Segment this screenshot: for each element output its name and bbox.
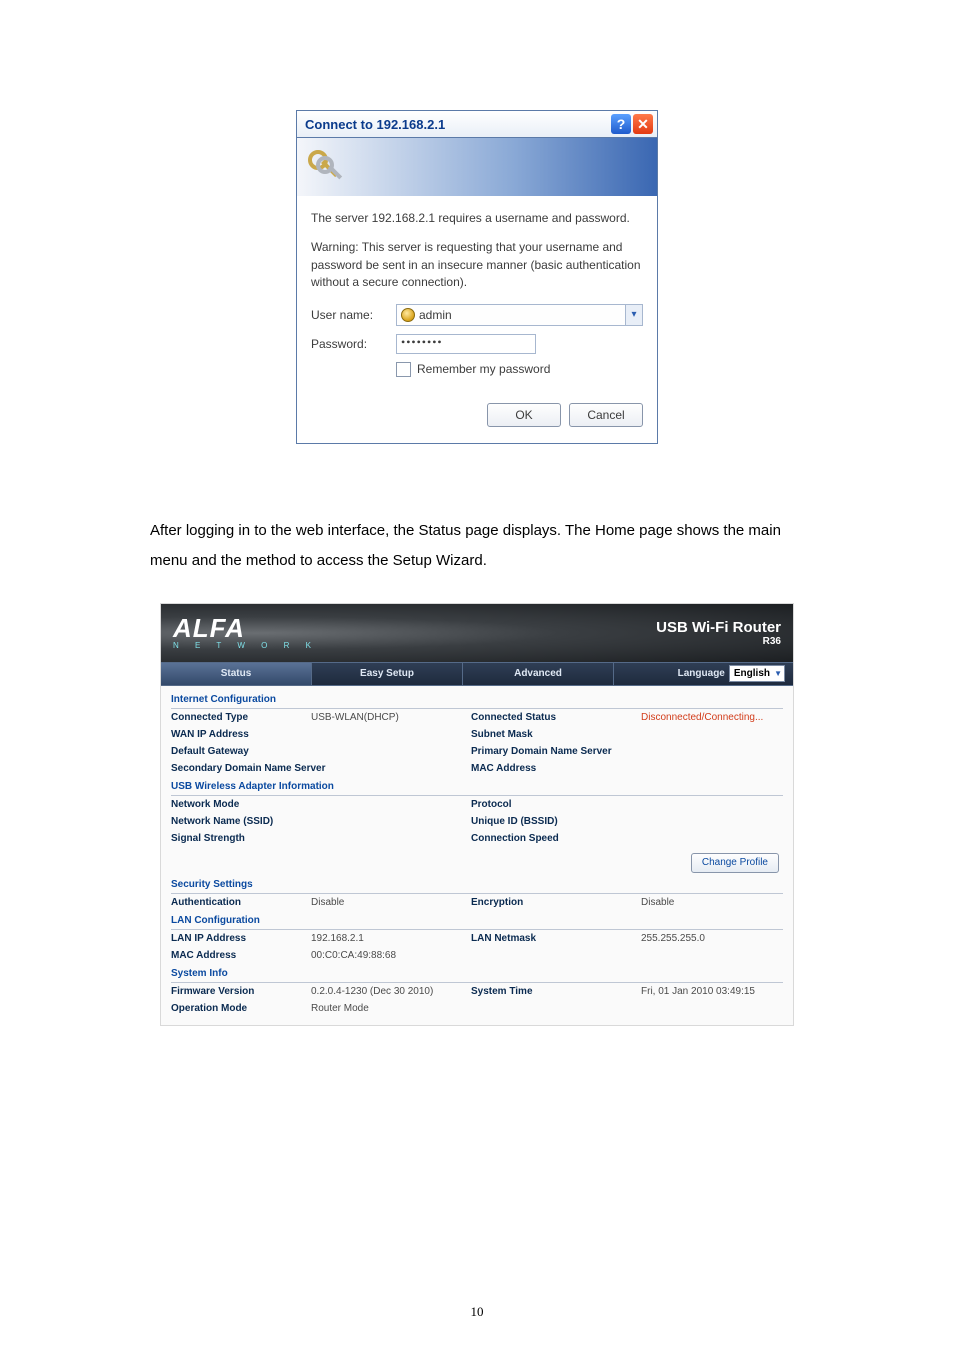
lbl-bssid: Unique ID (BSSID) (471, 813, 641, 830)
val-lan-netmask: 255.255.255.0 (641, 930, 783, 947)
warning-message: Warning: This server is requesting that … (311, 239, 643, 291)
remember-checkbox[interactable] (396, 362, 411, 377)
help-icon[interactable]: ? (611, 114, 631, 134)
lbl-subnet-mask: Subnet Mask (471, 726, 641, 743)
lbl-conn-speed: Connection Speed (471, 830, 641, 847)
lbl-network-mode: Network Mode (171, 796, 311, 813)
dialog-banner (297, 138, 657, 196)
tab-advanced[interactable]: Advanced (463, 663, 614, 685)
page-number: 10 (0, 1304, 954, 1320)
router-header: ALFA N E T W O R K USB Wi-Fi Router R36 (161, 604, 793, 662)
lbl-op-mode: Operation Mode (171, 1000, 311, 1017)
section-system: System Info (171, 964, 783, 983)
ok-button[interactable]: OK (487, 403, 561, 427)
tab-status[interactable]: Status (161, 663, 312, 685)
lbl-default-gateway: Default Gateway (171, 743, 311, 760)
lbl-signal: Signal Strength (171, 830, 311, 847)
server-message: The server 192.168.2.1 requires a userna… (311, 210, 643, 227)
val-connected-type: USB-WLAN(DHCP) (311, 709, 471, 726)
username-label: User name: (311, 308, 396, 322)
cancel-button[interactable]: Cancel (569, 403, 643, 427)
lbl-auth: Authentication (171, 894, 311, 911)
username-value: admin (419, 308, 452, 322)
lbl-encryption: Encryption (471, 894, 641, 911)
user-icon (401, 308, 415, 322)
close-icon[interactable]: ✕ (633, 114, 653, 134)
auth-dialog: Connect to 192.168.2.1 ? ✕ The server 19… (296, 110, 658, 444)
lbl-secondary-dns: Secondary Domain Name Server (171, 760, 471, 777)
chevron-down-icon[interactable]: ▾ (625, 305, 642, 325)
lbl-lan-netmask: LAN Netmask (471, 930, 641, 947)
brand-logo: ALFA N E T W O R K (173, 615, 318, 650)
username-input[interactable]: admin ▾ (396, 304, 643, 326)
lbl-mac-address-wan: MAC Address (471, 760, 641, 777)
lbl-lan-ip: LAN IP Address (171, 930, 311, 947)
lbl-wan-ip: WAN IP Address (171, 726, 311, 743)
section-security: Security Settings (171, 875, 783, 894)
remember-label: Remember my password (417, 362, 550, 376)
product-model: R36 (656, 636, 781, 647)
tab-bar: Status Easy Setup Advanced Language Engl… (161, 662, 793, 686)
val-encryption: Disable (641, 894, 783, 911)
lbl-connected-type: Connected Type (171, 709, 311, 726)
val-lan-ip: 192.168.2.1 (311, 930, 471, 947)
dialog-title: Connect to 192.168.2.1 (305, 117, 611, 132)
lbl-connected-status: Connected Status (471, 709, 641, 726)
change-profile-button[interactable]: Change Profile (691, 853, 779, 873)
password-input[interactable]: •••••••• (396, 334, 536, 354)
password-label: Password: (311, 337, 396, 351)
section-internet-config: Internet Configuration (171, 690, 783, 709)
lbl-firmware: Firmware Version (171, 983, 311, 1000)
keys-icon (305, 147, 345, 187)
tab-easy-setup[interactable]: Easy Setup (312, 663, 463, 685)
val-op-mode: Router Mode (311, 1000, 471, 1017)
section-usb-adapter: USB Wireless Adapter Information (171, 777, 783, 796)
product-title: USB Wi-Fi Router (656, 619, 781, 636)
language-label: Language (678, 668, 725, 679)
dialog-titlebar[interactable]: Connect to 192.168.2.1 ? ✕ (297, 111, 657, 138)
val-system-time: Fri, 01 Jan 2010 03:49:15 (641, 983, 783, 1000)
val-auth: Disable (311, 894, 471, 911)
section-lan: LAN Configuration (171, 911, 783, 930)
lbl-ssid: Network Name (SSID) (171, 813, 311, 830)
language-select[interactable]: English (729, 665, 785, 682)
val-connected-status: Disconnected/Connecting... (641, 709, 783, 726)
val-lan-mac: 00:C0:CA:49:88:68 (311, 947, 471, 964)
body-text: After logging in to the web interface, t… (150, 516, 804, 576)
lbl-lan-mac: MAC Address (171, 947, 311, 964)
lbl-system-time: System Time (471, 983, 641, 1000)
lbl-primary-dns: Primary Domain Name Server (471, 743, 641, 760)
router-ui: ALFA N E T W O R K USB Wi-Fi Router R36 … (161, 604, 793, 1025)
val-firmware: 0.2.0.4-1230 (Dec 30 2010) (311, 983, 471, 1000)
lbl-protocol: Protocol (471, 796, 641, 813)
